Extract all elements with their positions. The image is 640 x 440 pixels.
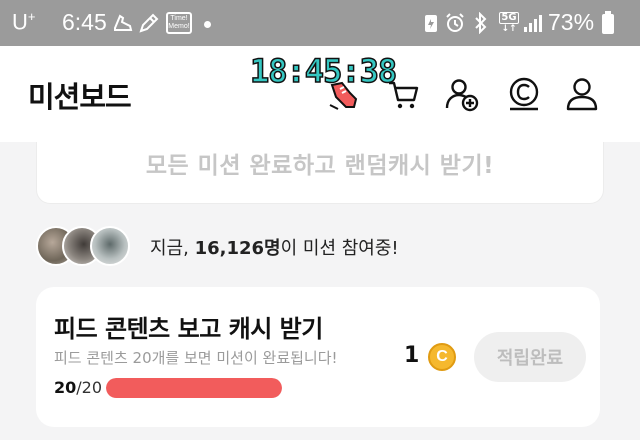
shoe-icon	[112, 12, 134, 34]
bluetooth-icon	[470, 12, 492, 34]
memo-icon: Time! Memo!	[166, 12, 192, 34]
participants-text: 지금, 16,126명이 미션 참여중!	[150, 234, 399, 260]
carrier-plus: +	[27, 9, 36, 24]
avatar	[90, 226, 130, 266]
claim-complete-button[interactable]: 적립완료	[474, 332, 586, 382]
mission-card[interactable]: 피드 콘텐츠 보고 캐시 받기 피드 콘텐츠 20개를 보면 미션이 완료됩니다…	[36, 287, 600, 427]
cart-icon[interactable]	[386, 76, 422, 112]
participants-prefix: 지금,	[150, 238, 195, 259]
app-header: 미션보드 18:45:38	[0, 46, 640, 142]
reward-amount: 1	[404, 343, 420, 368]
banner-text: 모든 미션 완료하고 랜덤캐시 받기!	[145, 153, 495, 179]
carrier-name: U	[12, 9, 28, 35]
status-time: 6:45	[62, 9, 107, 35]
shoe-icon	[326, 81, 360, 111]
data-saver-icon	[420, 12, 442, 34]
status-bar: U+ 6:45 Time! Memo! 5G ↓↑ 73%	[0, 0, 640, 46]
5g-icon: 5G ↓↑	[499, 12, 519, 34]
battery-percent: 73%	[548, 9, 595, 35]
clock-overlay: 18:45:38	[249, 51, 398, 91]
participants-row: 지금, 16,126명이 미션 참여중!	[36, 226, 596, 266]
progress-fill	[106, 378, 282, 398]
mission-description: 피드 콘텐츠 20개를 보면 미션이 완료됩니다!	[54, 349, 338, 367]
carrier-label: U+	[12, 9, 35, 35]
progress-total: /20	[76, 378, 103, 397]
all-missions-banner[interactable]: 모든 미션 완료하고 랜덤캐시 받기!	[36, 142, 604, 204]
progress-bar	[106, 378, 282, 398]
add-friend-icon[interactable]	[444, 76, 480, 112]
battery-icon	[602, 11, 614, 34]
alarm-icon	[444, 12, 466, 34]
mission-title: 피드 콘텐츠 보고 캐시 받기	[54, 315, 323, 343]
notification-dot	[204, 21, 211, 28]
progress-label: 20/20	[54, 378, 102, 397]
pencil-icon	[138, 12, 160, 34]
coin-icon: C	[428, 343, 456, 371]
profile-icon[interactable]	[564, 76, 600, 112]
progress-current: 20	[54, 378, 77, 397]
page-title: 미션보드	[28, 80, 132, 114]
signal-icon	[522, 12, 544, 34]
participants-suffix: 이 미션 참여중!	[280, 238, 399, 259]
network-type: 5G	[499, 12, 519, 24]
cash-icon[interactable]	[506, 76, 542, 112]
participants-count: 16,126명	[194, 238, 281, 259]
